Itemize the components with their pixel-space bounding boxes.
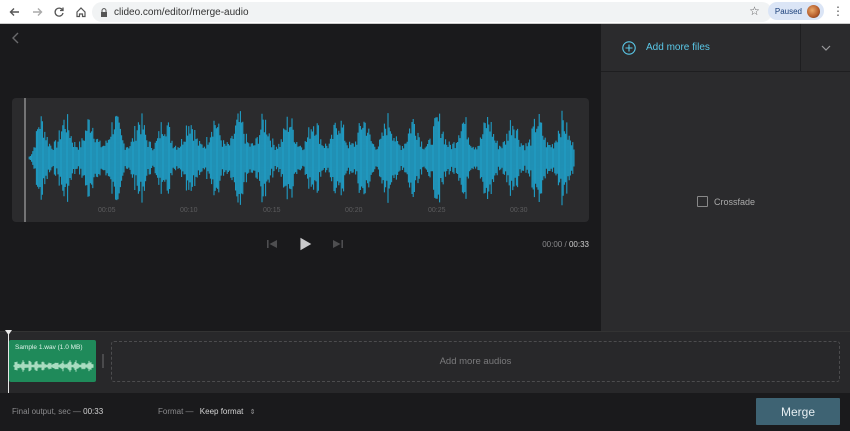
time-separator: / [564, 240, 567, 249]
merge-button[interactable]: Merge [756, 398, 840, 425]
playhead[interactable] [8, 332, 9, 394]
crossfade-checkbox[interactable] [697, 196, 708, 207]
add-files-dropdown[interactable] [801, 24, 850, 72]
browser-toolbar: clideo.com/editor/merge-audio ☆ Paused ⋮ [0, 0, 850, 24]
final-output-label: Final output, sec — [12, 407, 81, 416]
editor: 00:05 00:10 00:15 00:20 00:25 00:30 00:0… [0, 24, 850, 431]
address-bar[interactable]: clideo.com/editor/merge-audio [92, 2, 772, 22]
browser-actions: ☆ Paused ⋮ [749, 2, 844, 20]
time-tick: 00:15 [263, 207, 281, 214]
add-more-files-label: Add more files [646, 42, 710, 53]
time-tick: 00:25 [428, 207, 446, 214]
skip-back-icon[interactable] [265, 237, 279, 251]
profile-paused-chip[interactable]: Paused [767, 2, 824, 20]
format-value: Keep format [199, 407, 244, 416]
play-icon[interactable] [297, 236, 313, 252]
reload-icon[interactable] [50, 3, 68, 21]
audio-clip[interactable]: Sample 1.wav (1.0 MB) [9, 340, 96, 382]
final-output-value: 00:33 [83, 407, 104, 416]
add-more-audios-label: Add more audios [439, 356, 512, 367]
clip-resize-handle[interactable] [102, 354, 104, 368]
add-more-audios-dropzone[interactable]: Add more audios [111, 341, 840, 382]
clip-name: Sample 1.wav (1.0 MB) [15, 344, 83, 351]
plus-circle-icon [622, 40, 636, 55]
final-output: Final output, sec — 00:33 [12, 407, 103, 416]
files-panel: Add more files Crossfade [601, 24, 850, 331]
waveform-panel[interactable]: 00:05 00:10 00:15 00:20 00:25 00:30 [12, 98, 589, 222]
chevron-down-icon [821, 45, 830, 51]
time-tick: 00:20 [345, 207, 363, 214]
forward-arrow-icon[interactable] [28, 3, 46, 21]
waveform [24, 98, 575, 222]
home-icon[interactable] [72, 3, 90, 21]
time-tick: 00:30 [510, 207, 528, 214]
total-time: 00:33 [568, 240, 589, 249]
back-chevron-icon[interactable] [10, 32, 22, 44]
time-display: 00:00 / 00:33 [542, 240, 589, 249]
time-tick: 00:10 [180, 207, 198, 214]
browser-nav [0, 3, 90, 21]
time-tick: 00:05 [98, 207, 116, 214]
crossfade-option[interactable]: Crossfade [697, 196, 755, 207]
current-time: 00:00 [542, 240, 563, 249]
menu-kebab-icon[interactable]: ⋮ [832, 4, 844, 18]
timeline: Sample 1.wav (1.0 MB) Add more audios [0, 331, 850, 394]
waveform-path [28, 110, 575, 206]
lock-icon [101, 7, 107, 17]
sort-arrows-icon: ⇕ [249, 409, 256, 416]
crossfade-label: Crossfade [714, 196, 756, 207]
back-arrow-icon[interactable] [6, 3, 24, 21]
clip-waveform [13, 360, 94, 372]
waveform-path [13, 360, 94, 372]
avatar [807, 4, 820, 18]
paused-label: Paused [774, 6, 802, 16]
skip-forward-icon[interactable] [331, 237, 345, 251]
star-icon[interactable]: ☆ [749, 4, 760, 18]
footer-bar: Final output, sec — 00:33 Format — Keep … [0, 393, 850, 431]
format-selector[interactable]: Format — Keep format ⇕ [158, 407, 255, 416]
url-text: clideo.com/editor/merge-audio [114, 6, 249, 18]
format-label: Format — [158, 407, 194, 416]
playback-controls [265, 236, 345, 252]
player-area: 00:05 00:10 00:15 00:20 00:25 00:30 00:0… [0, 24, 601, 331]
add-more-files-button[interactable]: Add more files [601, 24, 801, 72]
